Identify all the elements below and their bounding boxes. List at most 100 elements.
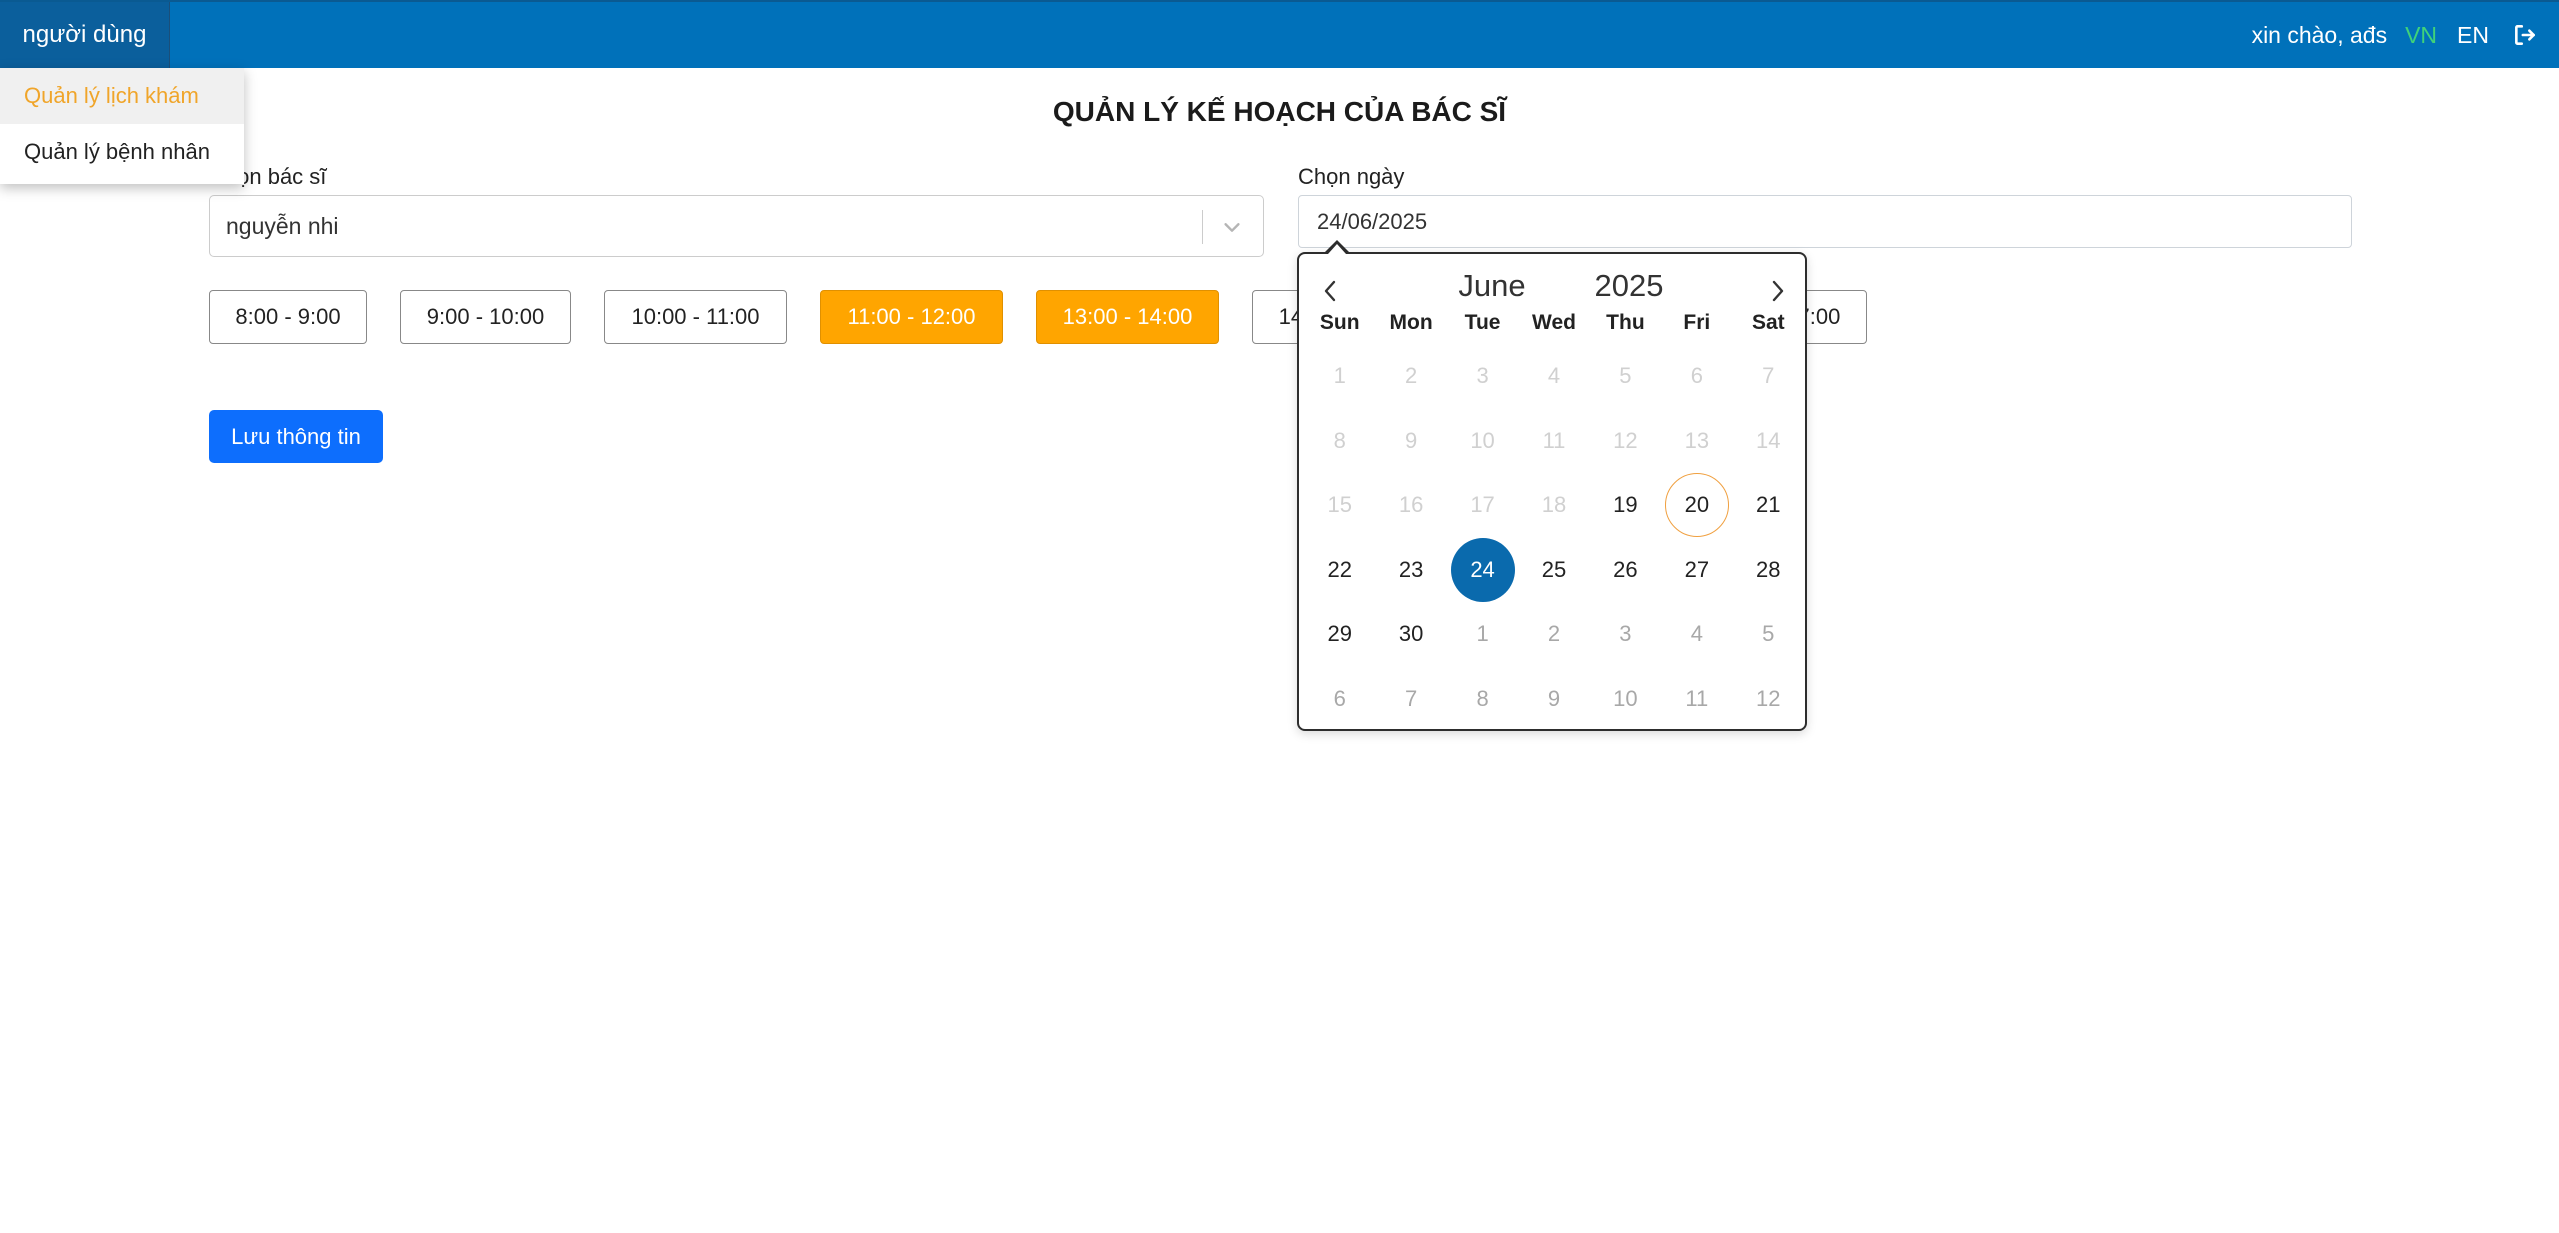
calendar-day[interactable]: 10 [1590, 667, 1661, 732]
lang-en-link[interactable]: EN [2457, 22, 2489, 49]
calendar-day: 6 [1661, 344, 1732, 409]
calendar-day[interactable]: 5 [1733, 602, 1804, 667]
time-slot-button[interactable]: 11:00 - 12:00 [820, 290, 1003, 344]
calendar-weekdays: Sun Mon Tue Wed Thu Fri Sat [1304, 311, 1804, 335]
calendar-day-number: 3 [1476, 363, 1489, 389]
time-slot-button[interactable]: 9:00 - 10:00 [400, 290, 571, 344]
menu-item-schedule[interactable]: Quản lý lịch khám [0, 68, 244, 124]
calendar-day[interactable]: 11 [1661, 667, 1732, 732]
calendar-day[interactable]: 19 [1590, 473, 1661, 538]
calendar-day[interactable]: 9 [1518, 667, 1589, 732]
calendar-day[interactable]: 22 [1304, 538, 1375, 603]
date-label: Chọn ngày [1298, 164, 1405, 189]
calendar-day-number: 21 [1756, 492, 1781, 518]
user-menu-button[interactable]: người dùng [0, 2, 170, 68]
calendar-day[interactable]: 29 [1304, 602, 1375, 667]
chevron-left-icon[interactable] [1313, 274, 1347, 308]
date-input[interactable] [1298, 195, 2352, 248]
calendar-day-selected[interactable]: 24 [1447, 537, 1518, 603]
chevron-right-icon[interactable] [1761, 274, 1795, 308]
calendar-day[interactable]: 7 [1375, 667, 1446, 732]
calendar-day-number: 5 [1619, 363, 1632, 389]
calendar-day-number: 9 [1547, 685, 1561, 711]
calendar-day-number: 17 [1470, 492, 1495, 518]
calendar-day-number: 1 [1476, 621, 1489, 647]
select-separator [1202, 210, 1203, 244]
calendar-day-number: 7 [1405, 685, 1418, 711]
calendar-day-number: 15 [1327, 492, 1352, 518]
welcome-text: xin chào, ađs [2251, 21, 2388, 48]
menu-item-patients[interactable]: Quản lý bệnh nhân [0, 124, 244, 180]
calendar-day-number: 16 [1398, 492, 1424, 518]
calendar-day[interactable]: 23 [1375, 538, 1446, 603]
calendar-day: 12 [1590, 409, 1661, 474]
calendar-day: 9 [1375, 409, 1446, 474]
calendar-day[interactable]: 2 [1518, 602, 1589, 667]
calendar-day: 5 [1590, 344, 1661, 409]
calendar-day-number: 14 [1756, 427, 1781, 453]
calendar-day: 1 [1304, 344, 1375, 409]
calendar-day-number: 20 [1664, 473, 1729, 538]
calendar-day-number: 8 [1476, 685, 1489, 711]
calendar-day-number: 2 [1547, 621, 1561, 647]
calendar-day[interactable]: 12 [1733, 667, 1804, 732]
calendar-day-number: 11 [1542, 427, 1566, 453]
calendar-day[interactable]: 27 [1661, 538, 1732, 603]
calendar-day-number: 24 [1450, 537, 1515, 602]
date-picker-calendar: June 2025 Sun Mon Tue Wed Thu Fri Sat 12… [1297, 252, 1807, 731]
calendar-day-number: 6 [1690, 363, 1703, 389]
calendar-day: 18 [1518, 473, 1589, 538]
lang-vn-link[interactable]: VN [2405, 22, 2437, 49]
calendar-day[interactable]: 25 [1518, 538, 1589, 603]
weekday-label: Fri [1683, 311, 1711, 334]
calendar-day-number: 10 [1613, 685, 1638, 711]
calendar-day-number: 23 [1398, 556, 1424, 582]
calendar-day[interactable]: 4 [1661, 602, 1732, 667]
weekday-label: Sun [1319, 311, 1360, 334]
time-slot-button[interactable]: 13:00 - 14:00 [1036, 290, 1219, 344]
calendar-day[interactable]: 21 [1733, 473, 1804, 538]
logout-icon[interactable] [2509, 19, 2541, 51]
calendar-day-number: 1 [1333, 363, 1346, 389]
calendar-day-number: 7 [1762, 363, 1775, 389]
calendar-day-number: 22 [1327, 556, 1352, 582]
calendar-day-number: 2 [1405, 363, 1418, 389]
calendar-day-number: 4 [1690, 621, 1703, 647]
calendar-day[interactable]: 1 [1447, 602, 1518, 667]
calendar-day[interactable]: 6 [1304, 667, 1375, 732]
page-title: QUẢN LÝ KẾ HOẠCH CỦA BÁC SĨ [1052, 96, 1507, 127]
calendar-day-today[interactable]: 20 [1661, 473, 1732, 538]
calendar-day-number: 5 [1762, 621, 1775, 647]
calendar-day-number: 8 [1333, 427, 1346, 453]
calendar-year[interactable]: 2025 [1584, 268, 1674, 304]
calendar-day: 3 [1447, 344, 1518, 409]
weekday-label: Tue [1464, 311, 1501, 334]
calendar-day: 15 [1304, 473, 1375, 538]
header-right: xin chào, ađs VN EN [2252, 2, 2559, 68]
calendar-day: 11 [1518, 409, 1589, 474]
calendar-days: 1 2 3 4 5 6 7 8 9 10 11 12 13 14 15 16 17 18 19 20 21 22 23 24 2… [1304, 344, 1804, 731]
calendar-day-number: 9 [1405, 427, 1418, 453]
top-header: người dùng xin chào, ađs VN EN [0, 0, 2559, 68]
calendar-day: 2 [1375, 344, 1446, 409]
calendar-day-number: 13 [1684, 427, 1710, 453]
calendar-day[interactable]: 30 [1375, 602, 1446, 667]
calendar-day-number: 3 [1619, 621, 1632, 647]
calendar-day-number: 10 [1470, 427, 1495, 453]
weekday-label: Wed [1532, 311, 1576, 334]
calendar-month[interactable]: June [1437, 268, 1547, 304]
calendar-day[interactable]: 26 [1590, 538, 1661, 603]
calendar-day-number: 12 [1613, 427, 1638, 453]
calendar-pointer-inner [1328, 244, 1346, 254]
calendar-day[interactable]: 28 [1733, 538, 1804, 603]
calendar-day[interactable]: 8 [1447, 667, 1518, 732]
weekday-label: Mon [1389, 311, 1433, 334]
calendar-day-number: 4 [1547, 363, 1561, 389]
save-button[interactable]: Lưu thông tin [209, 410, 383, 463]
doctor-select[interactable]: nguyễn nhi [209, 195, 1264, 257]
calendar-day-number: 29 [1327, 621, 1352, 647]
chevron-down-icon[interactable] [1215, 210, 1249, 244]
time-slot-button[interactable]: 8:00 - 9:00 [209, 290, 367, 344]
calendar-day[interactable]: 3 [1590, 602, 1661, 667]
time-slot-button[interactable]: 10:00 - 11:00 [604, 290, 787, 344]
